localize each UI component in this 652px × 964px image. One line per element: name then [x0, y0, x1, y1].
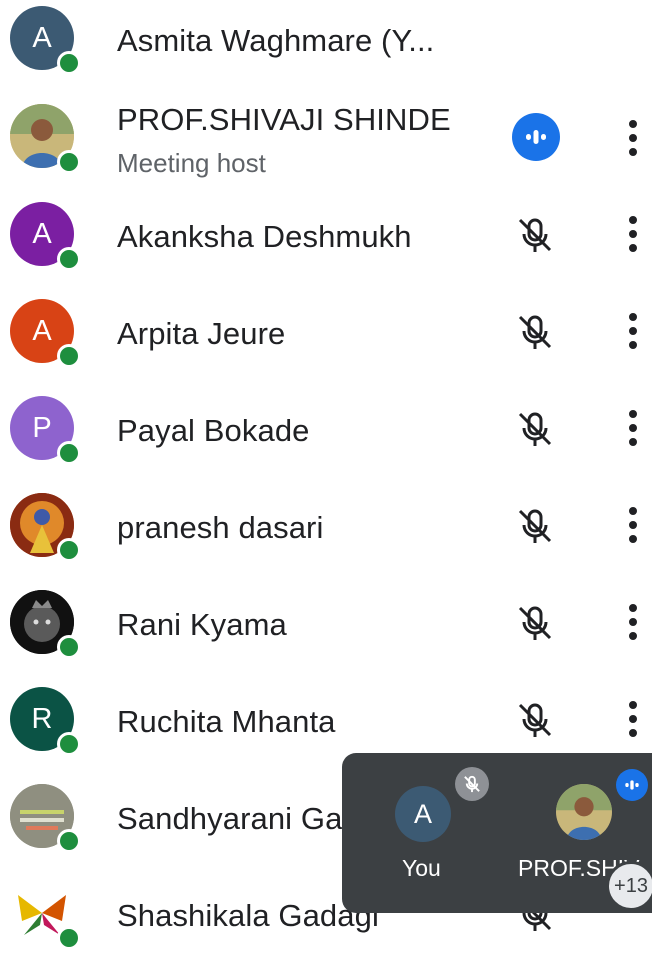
mic-off-icon	[518, 315, 552, 349]
online-status-dot	[57, 247, 81, 271]
avatar-initial: A	[32, 21, 52, 54]
avatar-initial: A	[32, 217, 52, 250]
online-status-dot	[57, 51, 81, 75]
more-options-icon[interactable]	[619, 406, 647, 450]
video-tiles-overlay[interactable]: A You PROF.SHIV +13	[342, 753, 652, 913]
speaking-indicator-icon	[512, 113, 560, 161]
mic-off-icon	[518, 606, 552, 640]
participant-name: Shashikala Gadagi	[117, 898, 379, 933]
host-speaking-icon	[616, 769, 648, 801]
more-options-icon[interactable]	[619, 212, 647, 256]
mic-off-icon	[518, 509, 552, 543]
online-status-dot	[57, 150, 81, 174]
online-status-dot	[57, 926, 81, 950]
mic-off-icon	[518, 218, 552, 252]
avatar-initial: A	[32, 314, 52, 347]
more-options-icon[interactable]	[619, 600, 647, 644]
participant-name: Akanksha Deshmukh	[117, 219, 412, 254]
participant-row[interactable]: PROF.SHIVAJI SHINDE Meeting host	[0, 90, 652, 187]
avatar-initial: R	[31, 702, 53, 735]
more-options-icon[interactable]	[619, 697, 647, 741]
mic-off-icon	[518, 703, 552, 737]
participant-name: Payal Bokade	[117, 413, 310, 448]
participant-name: PROF.SHIVAJI SHINDE	[117, 102, 451, 137]
online-status-dot	[57, 344, 81, 368]
online-status-dot	[57, 732, 81, 756]
self-avatar: A	[395, 786, 451, 842]
avatar-initial: P	[32, 411, 52, 444]
participant-row[interactable]: A Akanksha Deshmukh	[0, 188, 652, 285]
participant-name: Sandhyarani Ga	[117, 801, 343, 836]
participant-name: Ruchita Mhanta	[117, 704, 336, 739]
participant-row[interactable]: P Payal Bokade	[0, 382, 652, 479]
online-status-dot	[57, 635, 81, 659]
more-options-icon[interactable]	[619, 116, 647, 160]
participant-row[interactable]: A Asmita Waghmare (Y...	[0, 0, 652, 90]
online-status-dot	[57, 829, 81, 853]
participant-name: Arpita Jeure	[117, 316, 286, 351]
online-status-dot	[57, 441, 81, 465]
more-options-icon[interactable]	[619, 309, 647, 353]
meeting-host-label: Meeting host	[117, 148, 266, 178]
online-status-dot	[57, 538, 81, 562]
self-mic-off-icon	[455, 767, 489, 801]
more-options-icon[interactable]	[619, 503, 647, 547]
profile-photo-icon	[556, 784, 612, 840]
participant-name: pranesh dasari	[117, 510, 324, 545]
self-tile-label: You	[402, 855, 441, 881]
avatar-initial: A	[413, 798, 432, 829]
participant-row[interactable]: A Arpita Jeure	[0, 285, 652, 382]
participant-row[interactable]: pranesh dasari	[0, 479, 652, 576]
participant-row[interactable]: Rani Kyama	[0, 576, 652, 673]
host-tile-avatar	[556, 784, 612, 840]
participant-name: Asmita Waghmare (Y...	[117, 23, 435, 58]
participant-name: Rani Kyama	[117, 607, 287, 642]
more-participants-badge[interactable]: +13	[606, 861, 652, 911]
mic-off-icon	[518, 412, 552, 446]
